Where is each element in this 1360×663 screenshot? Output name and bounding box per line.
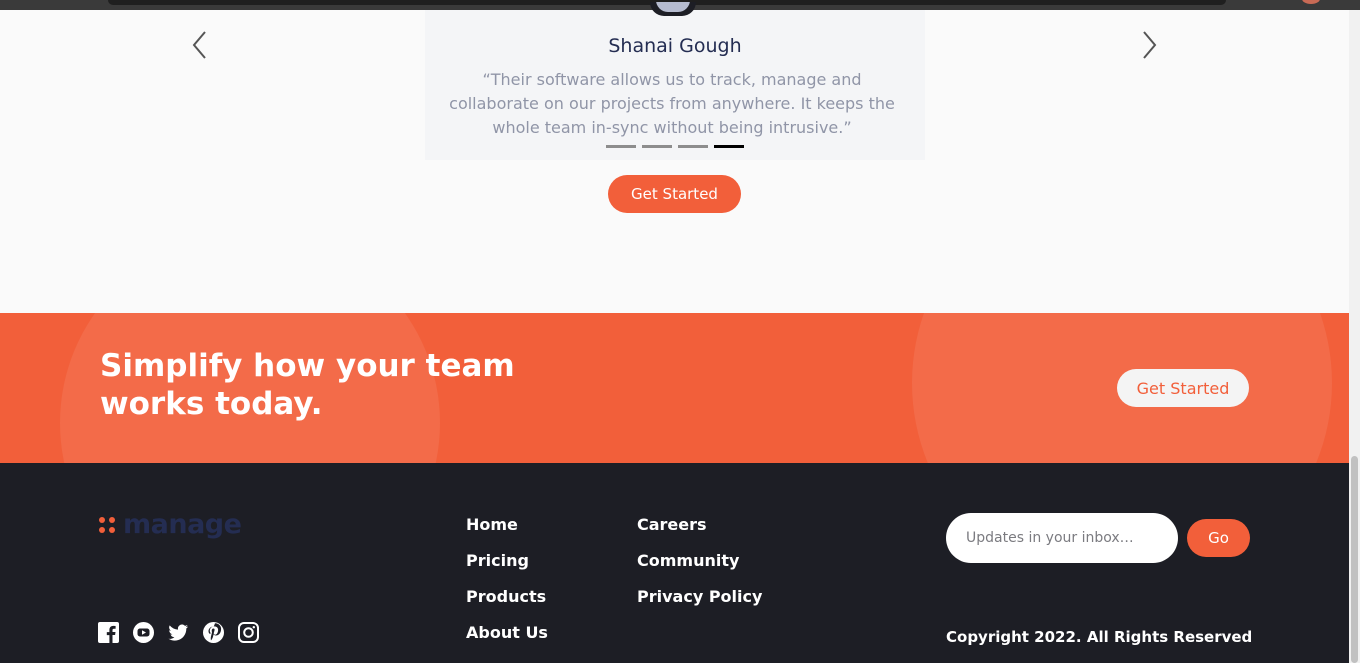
footer-links-secondary: Careers Community Privacy Policy bbox=[637, 515, 762, 607]
footer-link-home[interactable]: Home bbox=[466, 515, 548, 535]
profile-avatar-icon[interactable] bbox=[1302, 0, 1320, 4]
footer-link-careers[interactable]: Careers bbox=[637, 515, 762, 535]
footer-link-community[interactable]: Community bbox=[637, 551, 762, 571]
twitter-icon[interactable] bbox=[168, 622, 189, 643]
pinterest-icon[interactable] bbox=[203, 622, 224, 643]
footer-link-products[interactable]: Products bbox=[466, 587, 548, 607]
slider-dot[interactable] bbox=[642, 145, 672, 148]
instagram-icon[interactable] bbox=[238, 622, 259, 643]
cta-band: Simplify how your team works today. Get … bbox=[0, 313, 1349, 463]
slider-dot[interactable] bbox=[606, 145, 636, 148]
page-scrollbar[interactable] bbox=[1349, 10, 1360, 663]
chevron-right-icon[interactable] bbox=[1134, 29, 1164, 61]
footer-link-pricing[interactable]: Pricing bbox=[466, 551, 548, 571]
youtube-icon[interactable] bbox=[133, 622, 154, 643]
scrollbar-thumb[interactable] bbox=[1351, 456, 1358, 663]
footer-link-privacy-policy[interactable]: Privacy Policy bbox=[637, 587, 762, 607]
footer-link-about-us[interactable]: About Us bbox=[466, 623, 548, 643]
logo[interactable]: manage bbox=[99, 509, 242, 540]
footer: manage Home Pricing Products About Us Ca… bbox=[0, 463, 1349, 663]
testimonial-quote: “Their software allows us to track, mana… bbox=[449, 70, 895, 137]
newsletter-go-button[interactable]: Go bbox=[1187, 519, 1250, 557]
slider-dot[interactable] bbox=[678, 145, 708, 148]
slider-dot-active[interactable] bbox=[714, 145, 744, 148]
slider-indicators bbox=[606, 145, 744, 148]
band-get-started-button[interactable]: Get Started bbox=[1117, 369, 1249, 407]
testimonial-name: Shanai Gough bbox=[608, 35, 742, 57]
testimonial-avatar bbox=[650, 2, 696, 16]
chevron-left-icon[interactable] bbox=[185, 29, 215, 61]
social-links bbox=[98, 622, 259, 644]
get-started-button[interactable]: Get Started bbox=[608, 175, 741, 213]
footer-links-primary: Home Pricing Products About Us bbox=[466, 515, 548, 643]
logo-mark-icon bbox=[99, 516, 115, 533]
logo-text: manage bbox=[123, 509, 242, 540]
band-title: Simplify how your team works today. bbox=[100, 348, 515, 422]
copyright-text: Copyright 2022. All Rights Reserved bbox=[946, 628, 1253, 646]
facebook-icon[interactable] bbox=[98, 622, 119, 644]
newsletter-email-input[interactable] bbox=[946, 513, 1178, 563]
